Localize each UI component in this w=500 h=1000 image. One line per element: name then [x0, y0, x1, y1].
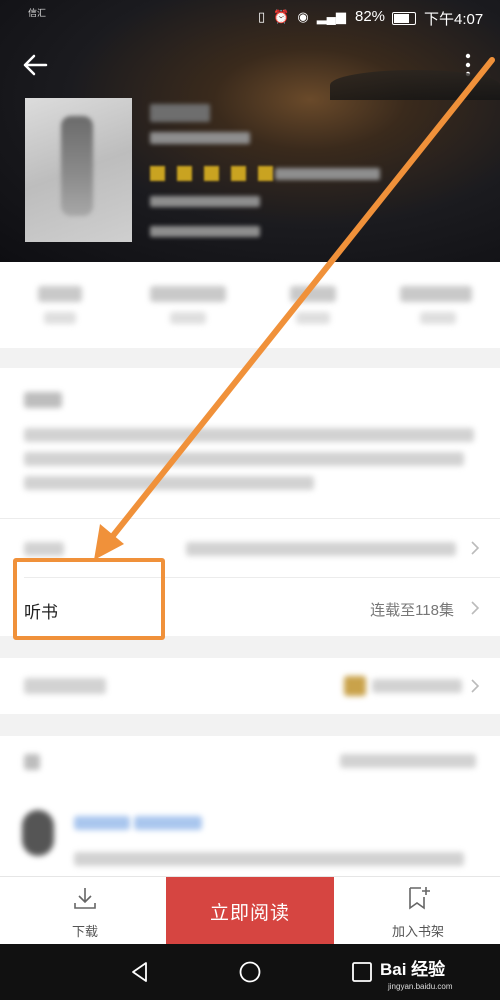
- watermark-url: jingyan.baidu.com: [388, 982, 453, 991]
- battery-icon: [392, 12, 416, 25]
- chevron-right-icon: [471, 601, 480, 615]
- add-to-shelf-label: 加入书架: [391, 924, 444, 939]
- home-nav-icon[interactable]: [238, 960, 262, 984]
- status-bar: 信汇 ▯ ⏰ ◉ ▂▄▆ 82% 下午4:07: [0, 0, 500, 34]
- book-title: [150, 104, 210, 122]
- read-now-button[interactable]: 立即阅读: [166, 877, 334, 945]
- signal-icon: ▂▄▆: [316, 9, 346, 24]
- annotation-highlight-box: [13, 558, 165, 640]
- carrier-label: 信汇: [28, 8, 47, 18]
- back-nav-icon[interactable]: [128, 960, 152, 984]
- more-icon[interactable]: [462, 52, 474, 78]
- download-button[interactable]: 下载: [55, 877, 115, 945]
- clock: 下午4:07: [424, 11, 484, 28]
- rating-stars: [150, 166, 273, 181]
- book-author: [150, 196, 260, 207]
- copyright-row[interactable]: [0, 658, 500, 714]
- avatar[interactable]: [22, 810, 54, 856]
- eye-icon: ◉: [297, 9, 309, 24]
- book-cover[interactable]: [25, 98, 132, 242]
- rating-text: [275, 168, 380, 180]
- book-stats: [0, 262, 500, 348]
- add-to-shelf-button[interactable]: 加入书架: [378, 877, 458, 945]
- comments-section: [0, 736, 500, 876]
- bottom-action-bar: 下载 立即阅读 加入书架: [0, 876, 500, 945]
- download-icon: [74, 888, 96, 909]
- vibrate-icon: ▯: [258, 9, 266, 24]
- book-category: [150, 226, 260, 237]
- bookmark-add-icon: [409, 887, 430, 910]
- book-intro[interactable]: [0, 368, 500, 518]
- watermark: Bai 经验: [380, 960, 446, 979]
- book-header: 信汇 ▯ ⏰ ◉ ▂▄▆ 82% 下午4:07: [0, 0, 500, 262]
- chevron-right-icon: [471, 679, 480, 693]
- back-arrow-icon[interactable]: [20, 50, 50, 80]
- recents-nav-icon[interactable]: [350, 960, 374, 984]
- status-icons: ▯ ⏰ ◉ ▂▄▆: [258, 9, 346, 25]
- battery-percent: 82%: [355, 8, 386, 25]
- chevron-right-icon: [471, 541, 480, 555]
- book-meta: [150, 132, 250, 144]
- download-label: 下载: [71, 924, 98, 939]
- episode-count: 连载至118集: [370, 602, 454, 619]
- alarm-icon: ⏰: [273, 9, 290, 24]
